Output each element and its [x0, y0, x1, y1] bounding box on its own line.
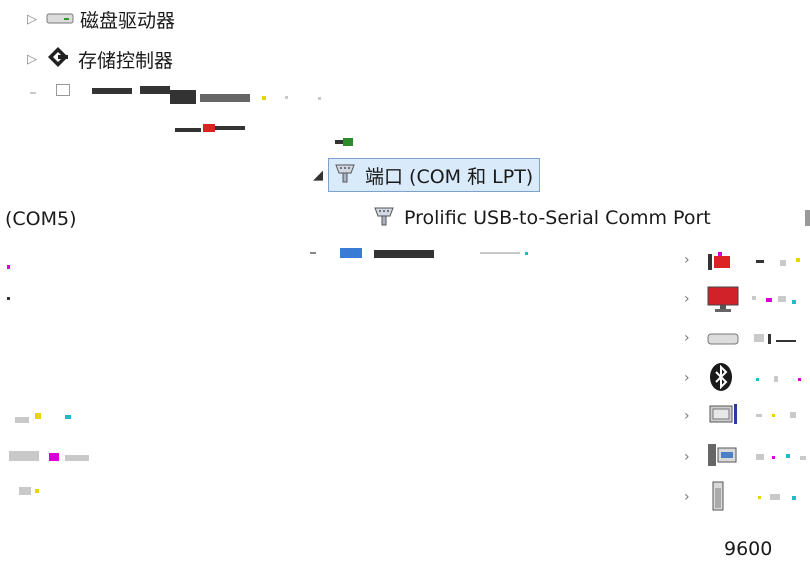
glitched-label — [752, 408, 810, 422]
com5-fragment: (COM5) — [5, 208, 77, 230]
glitched-label — [752, 292, 810, 306]
storage-controller-icon — [46, 45, 70, 73]
glitched-row-fragment — [175, 120, 265, 134]
disk-drive-icon — [46, 9, 74, 29]
processor-icon — [708, 402, 738, 430]
network-adapter-icon — [706, 442, 740, 474]
expand-arrow-icon[interactable]: ▷ — [22, 52, 42, 67]
glitched-row — [30, 84, 330, 106]
tree-item-ports[interactable]: ◢ 端口 (COM 和 LPT) — [308, 158, 541, 192]
glitched-label — [756, 256, 810, 268]
tree-item-storage-controllers[interactable]: ▷ 存储控制器 — [22, 44, 173, 74]
serial-port-icon — [333, 161, 357, 189]
expand-chevron-icon[interactable]: › — [684, 449, 690, 465]
glitched-label — [752, 450, 810, 464]
expand-chevron-icon[interactable]: › — [684, 291, 690, 307]
tree-item-label: Prolific USB-to-Serial Comm Port — [404, 207, 711, 229]
disk-drive-icon — [706, 330, 740, 352]
expand-chevron-icon[interactable]: › — [684, 370, 690, 386]
glitched-label — [750, 330, 810, 348]
tree-item-disk-drives[interactable]: ▷ 磁盘驱动器 — [22, 4, 175, 34]
bluetooth-icon — [708, 362, 734, 396]
collapse-arrow-icon[interactable]: ◢ — [308, 168, 328, 183]
usb-fragment-icon — [335, 136, 355, 150]
serial-port-icon — [372, 204, 396, 232]
expand-chevron-icon[interactable]: › — [684, 330, 690, 346]
tree-item-label: 端口 (COM 和 LPT) — [365, 165, 534, 188]
glitched-fragment — [5, 405, 95, 501]
baud-rate-value: 9600 — [724, 538, 773, 560]
tree-item-computer[interactable] — [310, 244, 570, 260]
expand-chevron-icon[interactable]: › — [684, 252, 690, 268]
tree-item-prolific-port[interactable]: Prolific USB-to-Serial Comm Port — [372, 203, 711, 233]
monitor-icon — [706, 286, 740, 318]
expand-chevron-icon[interactable]: › — [684, 489, 690, 505]
ports-selection[interactable]: 端口 (COM 和 LPT) — [328, 158, 541, 192]
tree-item-label: 存储控制器 — [78, 49, 174, 72]
expand-arrow-icon[interactable]: ▷ — [22, 12, 42, 27]
glitched-label — [750, 372, 810, 386]
label-overflow — [805, 210, 810, 226]
glitched-fragment — [5, 265, 15, 305]
battery-icon — [710, 480, 726, 516]
expand-chevron-icon[interactable]: › — [684, 408, 690, 424]
glitched-label — [752, 490, 810, 504]
hid-icon — [706, 250, 734, 272]
tree-item-label: 磁盘驱动器 — [80, 9, 176, 32]
